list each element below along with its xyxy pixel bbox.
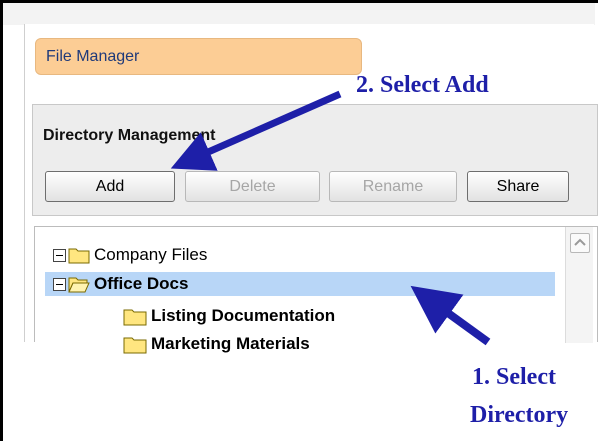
step1-annotation-line1: 1. Select: [472, 364, 556, 390]
arrow-to-office-docs: [410, 285, 491, 346]
step1-annotation-line2: Directory: [470, 402, 569, 428]
arrow-to-add-button: [170, 90, 342, 171]
step2-annotation: 2. Select Add: [356, 72, 489, 98]
